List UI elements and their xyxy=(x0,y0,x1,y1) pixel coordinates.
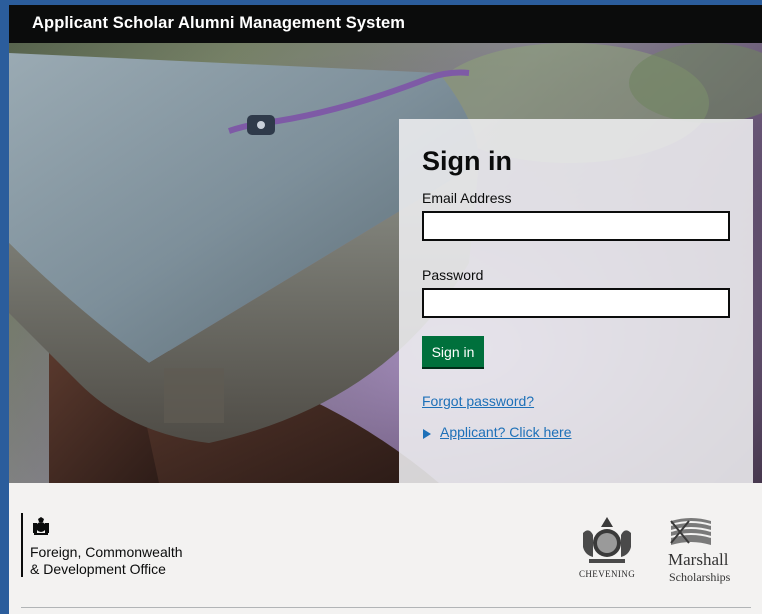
signin-panel: Sign in Email Address Password Sign in F… xyxy=(399,119,753,483)
site-header: Applicant Scholar Alumni Management Syst… xyxy=(9,5,762,43)
email-field[interactable] xyxy=(422,211,730,241)
fcdo-line1: Foreign, Commonwealth xyxy=(30,544,183,560)
triangle-right-icon xyxy=(423,429,431,439)
site-title: Applicant Scholar Alumni Management Syst… xyxy=(32,14,406,32)
page: Applicant Scholar Alumni Management Syst… xyxy=(9,5,762,614)
fcdo-line2: & Development Office xyxy=(30,561,166,577)
marshall-title: Marshall xyxy=(668,550,729,569)
chevening-crest-icon xyxy=(583,517,631,563)
forgot-password-link[interactable]: Forgot password? xyxy=(422,393,534,409)
chevening-label: CHEVENING xyxy=(579,569,636,579)
marshall-subtitle: Scholarships xyxy=(669,570,731,584)
email-label: Email Address xyxy=(422,190,512,206)
fcdo-brand-bar xyxy=(21,513,23,577)
footer: Foreign, Commonwealth & Development Offi… xyxy=(9,483,762,614)
marshall-flag-icon xyxy=(670,518,712,545)
applicant-link[interactable]: Applicant? Click here xyxy=(440,424,572,440)
window-frame: Applicant Scholar Alumni Management Syst… xyxy=(0,0,762,614)
fcdo-logo-text: Foreign, Commonwealth & Development Offi… xyxy=(30,544,183,578)
password-label: Password xyxy=(422,267,484,283)
footer-divider xyxy=(21,607,751,608)
royal-crest-icon xyxy=(33,517,49,535)
hero-image: Sign in Email Address Password Sign in F… xyxy=(9,43,762,483)
password-field[interactable] xyxy=(422,288,730,318)
signin-button[interactable]: Sign in xyxy=(422,336,484,367)
signin-title: Sign in xyxy=(422,146,512,176)
